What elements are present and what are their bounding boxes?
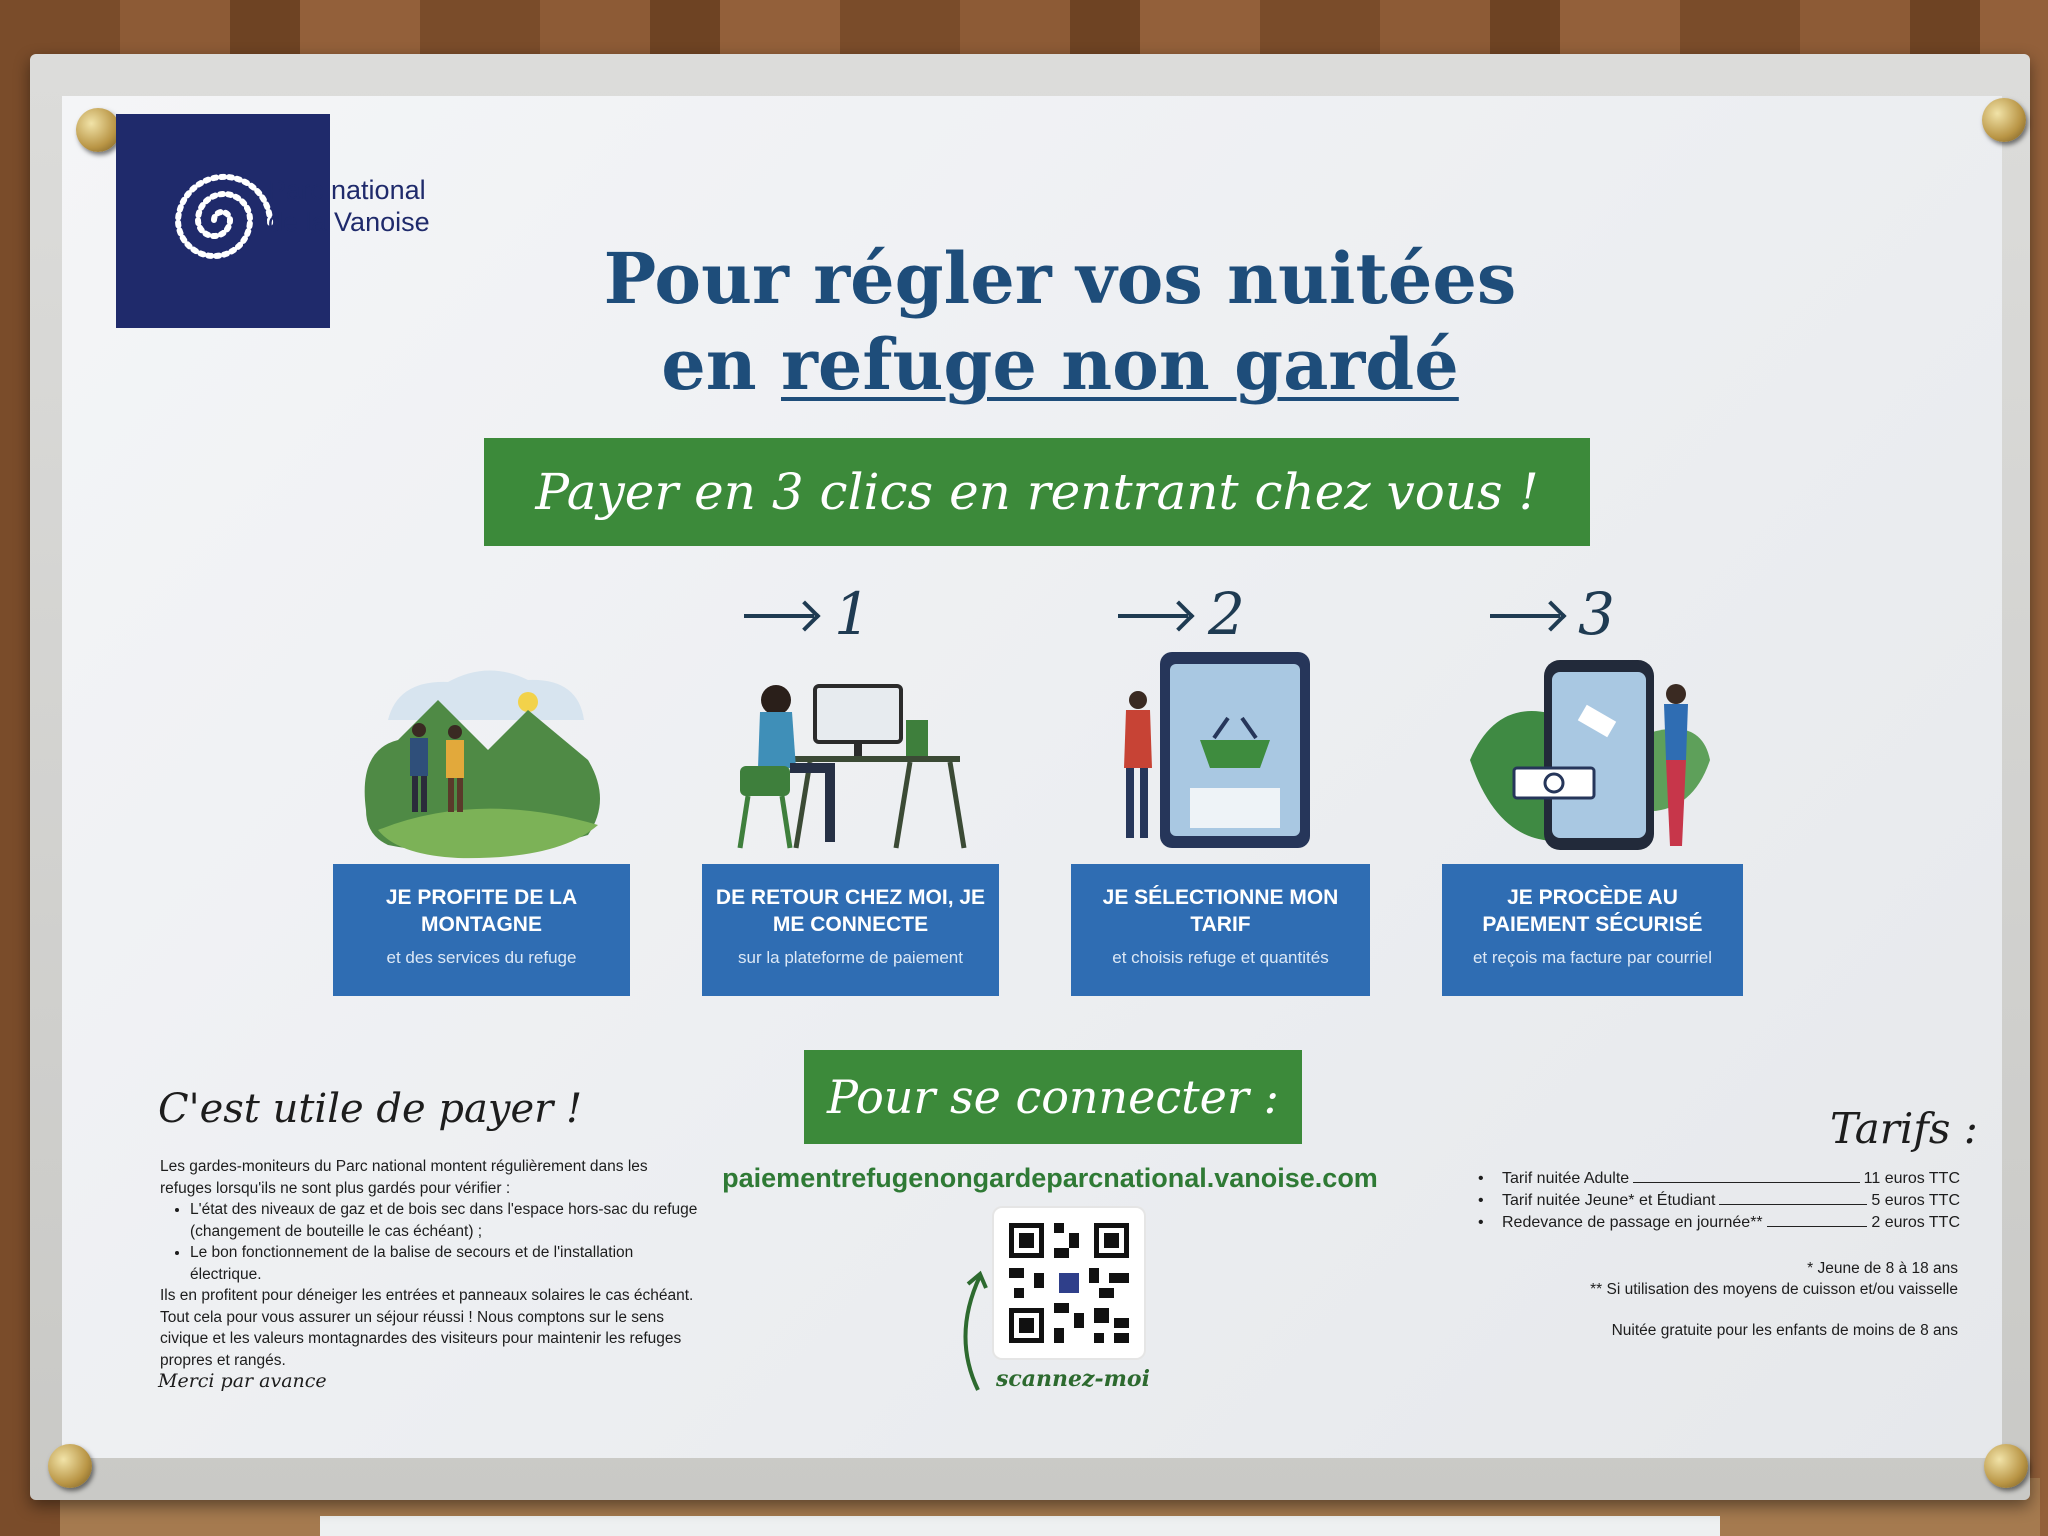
- title-line1: Pour régler vos nuitées: [603, 237, 1517, 320]
- step-box-tarif: JE SÉLECTIONNE MON TARIF et choisis refu…: [1071, 864, 1370, 996]
- tarifs-title: Tarifs :: [1830, 1104, 1978, 1153]
- desk-computer-illustration: [737, 684, 967, 849]
- tarifs-list: • Tarif nuitée Adulte 11 euros TTC • Tarif …: [1478, 1168, 1960, 1234]
- check-list: L'état des niveaux de gaz et de bois sec…: [160, 1199, 700, 1285]
- list-item: Le bon fonctionnement de la balise de se…: [190, 1242, 700, 1285]
- box-subtext: et choisis refuge et quantités: [1112, 948, 1329, 967]
- logo-line2: de la Vanoise: [268, 207, 430, 237]
- step-box-connect: DE RETOUR CHEZ MOI, JE ME CONNECTE sur l…: [702, 864, 999, 996]
- box-subtext: et reçois ma facture par courriel: [1472, 948, 1713, 967]
- logo-line1: Parc national: [268, 175, 426, 205]
- tarif-row: • Redevance de passage en journée** 2 euro…: [1478, 1212, 1960, 1234]
- intro-text: Les gardes-moniteurs du Parc national mo…: [160, 1158, 648, 1197]
- pin-icon: [48, 1444, 92, 1488]
- tarif-value: 11 euros TTC: [1863, 1170, 1960, 1187]
- thanks-signature: Merci par avance: [158, 1370, 327, 1392]
- pin-icon: [1984, 1444, 2028, 1488]
- note-youth: * Jeune de 8 à 18 ans: [1807, 1260, 1958, 1277]
- paper-below: [320, 1516, 1720, 1536]
- step-box-mountain: JE PROFITE DE LA MONTAGNE et des service…: [333, 864, 630, 996]
- tarif-value: 5 euros TTC: [1871, 1192, 1960, 1209]
- pin-icon: [1982, 98, 2026, 142]
- box-heading: JE PROCÈDE AU PAIEMENT SÉCURISÉ: [1482, 886, 1703, 936]
- tarif-label: Tarif nuitée Jeune* et Étudiant: [1502, 1192, 1716, 1209]
- box-subtext: et des services du refuge: [386, 948, 577, 967]
- arrow-right-icon: [1490, 614, 1560, 618]
- banner-connect: Pour se connecter :: [804, 1050, 1302, 1144]
- box-heading: DE RETOUR CHEZ MOI, JE ME CONNECTE: [715, 886, 986, 936]
- title-prefix: en: [661, 323, 781, 406]
- step-box-payment: JE PROCÈDE AU PAIEMENT SÉCURISÉ et reçoi…: [1442, 864, 1743, 996]
- scan-me-label: scannez-moi: [996, 1366, 1150, 1392]
- tarif-label: Redevance de passage en journée**: [1502, 1214, 1763, 1231]
- step-number: 2: [1208, 580, 1245, 648]
- tarif-row: • Tarif nuitée Adulte 11 euros TTC: [1478, 1168, 1960, 1190]
- qr-code[interactable]: [994, 1208, 1144, 1358]
- phone-payment-illustration: [1470, 660, 1710, 850]
- tarifs-notes: * Jeune de 8 à 18 ans ** Si utilisation …: [1440, 1258, 1958, 1341]
- title-underlined: refuge non gardé: [781, 323, 1459, 406]
- box-heading: JE PROFITE DE LA MONTAGNE: [385, 886, 578, 936]
- step-number: 1: [834, 580, 871, 648]
- qr-code-icon: [1009, 1223, 1129, 1343]
- tarif-row: • Tarif nuitée Jeune* et Étudiant 5 euros …: [1478, 1190, 1960, 1212]
- pin-icon: [76, 108, 120, 152]
- poster-title: Pour régler vos nuitées en refuge non ga…: [560, 236, 1560, 408]
- tarif-value: 2 euros TTC: [1871, 1214, 1960, 1231]
- banner-pay-3-clicks: Payer en 3 clics en rentrant chez vous !: [484, 438, 1590, 546]
- useful-to-pay-text: Les gardes-moniteurs du Parc national mo…: [160, 1156, 700, 1371]
- box-heading: JE SÉLECTIONNE MON TARIF: [1102, 886, 1339, 936]
- hikers-illustration: [364, 670, 600, 859]
- useful-to-pay-title: C'est utile de payer !: [158, 1086, 583, 1132]
- title-line2: en refuge non gardé: [560, 322, 1560, 408]
- park-name: Parc national de la Vanoise: [268, 174, 430, 238]
- note-free-children: Nuitée gratuite pour les enfants de moin…: [1611, 1322, 1958, 1339]
- arrow-right-icon: [1118, 614, 1188, 618]
- list-item: L'état des niveaux de gaz et de bois sec…: [190, 1199, 700, 1242]
- curved-arrow-icon: [963, 1270, 988, 1391]
- note-cooking: ** Si utilisation des moyens de cuisson …: [1590, 1281, 1958, 1298]
- step-number: 3: [1578, 580, 1615, 648]
- outro-text: Ils en profitent pour déneiger les entré…: [160, 1287, 694, 1369]
- payment-url[interactable]: paiementrefugenongardeparcnational.vanoi…: [700, 1163, 1400, 1194]
- arrow-right-icon: [744, 614, 814, 618]
- tablet-basket-illustration: [1124, 652, 1310, 848]
- tarif-label: Tarif nuitée Adulte: [1502, 1170, 1630, 1187]
- box-subtext: sur la plateforme de paiement: [738, 948, 963, 967]
